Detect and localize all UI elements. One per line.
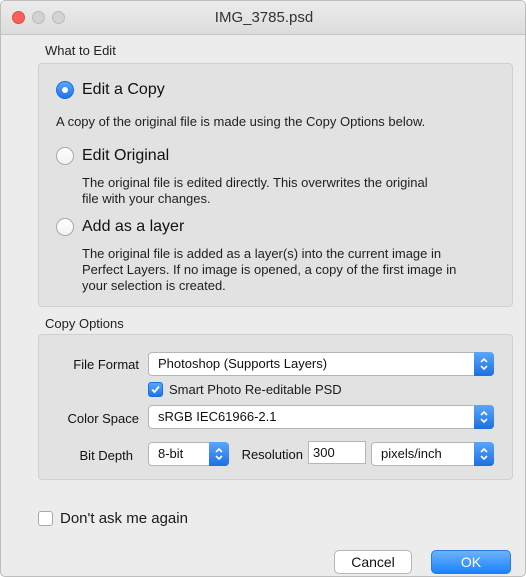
bit-depth-value: 8-bit: [158, 446, 184, 461]
add-as-layer-description: The original file is added as a layer(s)…: [82, 246, 507, 294]
title-bar: IMG_3785.psd: [1, 1, 525, 35]
edit-original-desc-line: The original file is edited directly. Th…: [82, 175, 428, 190]
file-format-value: Photoshop (Supports Layers): [158, 356, 328, 371]
what-to-edit-label: What to Edit: [45, 43, 116, 58]
file-format-select[interactable]: Photoshop (Supports Layers): [148, 352, 494, 376]
edit-original-option[interactable]: Edit Original: [56, 147, 169, 165]
color-space-label: Color Space: [67, 411, 139, 426]
bit-depth-label: Bit Depth: [79, 448, 133, 463]
add-as-layer-option[interactable]: Add as a layer: [56, 218, 184, 236]
edit-original-label: Edit Original: [82, 147, 170, 164]
resolution-input[interactable]: 300: [308, 441, 366, 464]
add-as-layer-radio[interactable]: [56, 218, 74, 236]
edit-original-description: The original file is edited directly. Th…: [82, 175, 507, 207]
bit-depth-stepper-icon[interactable]: [209, 442, 229, 466]
resolution-unit-stepper-icon[interactable]: [474, 442, 494, 466]
window-title: IMG_3785.psd: [214, 9, 314, 26]
edit-copy-radio[interactable]: [56, 81, 74, 99]
resolution-unit-select[interactable]: pixels/inch: [371, 442, 494, 466]
smart-photo-option[interactable]: Smart Photo Re-editable PSD: [148, 382, 342, 397]
add-as-layer-desc-line: The original file is added as a layer(s)…: [82, 246, 442, 261]
what-to-edit-group: Edit a Copy A copy of the original file …: [38, 63, 513, 307]
smart-photo-checkbox[interactable]: [148, 382, 163, 397]
copy-options-label: Copy Options: [45, 316, 124, 331]
bit-depth-select[interactable]: 8-bit: [148, 442, 229, 466]
dont-ask-option[interactable]: Don't ask me again: [38, 510, 188, 527]
add-as-layer-desc-line: your selection is created.: [82, 278, 226, 293]
color-space-value: sRGB IEC61966-2.1: [158, 409, 277, 424]
color-space-stepper-icon[interactable]: [474, 405, 494, 429]
edit-original-radio[interactable]: [56, 147, 74, 165]
edit-original-desc-line: file with your changes.: [82, 191, 211, 206]
copy-options-group: File Format Photoshop (Supports Layers) …: [38, 334, 513, 480]
ok-button[interactable]: OK: [431, 550, 511, 574]
edit-copy-label: Edit a Copy: [82, 81, 165, 98]
add-as-layer-desc-line: Perfect Layers. If no image is opened, a…: [82, 262, 457, 277]
file-format-stepper-icon[interactable]: [474, 352, 494, 376]
cancel-button[interactable]: Cancel: [334, 550, 412, 574]
resolution-unit-value: pixels/inch: [381, 446, 442, 461]
color-space-select[interactable]: sRGB IEC61966-2.1: [148, 405, 494, 429]
smart-photo-label: Smart Photo Re-editable PSD: [169, 382, 342, 397]
dialog-window: IMG_3785.psd What to Edit Edit a Copy A …: [0, 0, 526, 577]
resolution-label: Resolution: [241, 447, 303, 462]
dont-ask-checkbox[interactable]: [38, 511, 53, 526]
add-as-layer-label: Add as a layer: [82, 218, 185, 235]
checkmark-icon: [151, 385, 160, 394]
edit-copy-description: A copy of the original file is made usin…: [56, 114, 426, 129]
file-format-label: File Format: [73, 357, 139, 372]
dont-ask-label: Don't ask me again: [60, 510, 188, 527]
edit-copy-option[interactable]: Edit a Copy: [56, 81, 165, 99]
